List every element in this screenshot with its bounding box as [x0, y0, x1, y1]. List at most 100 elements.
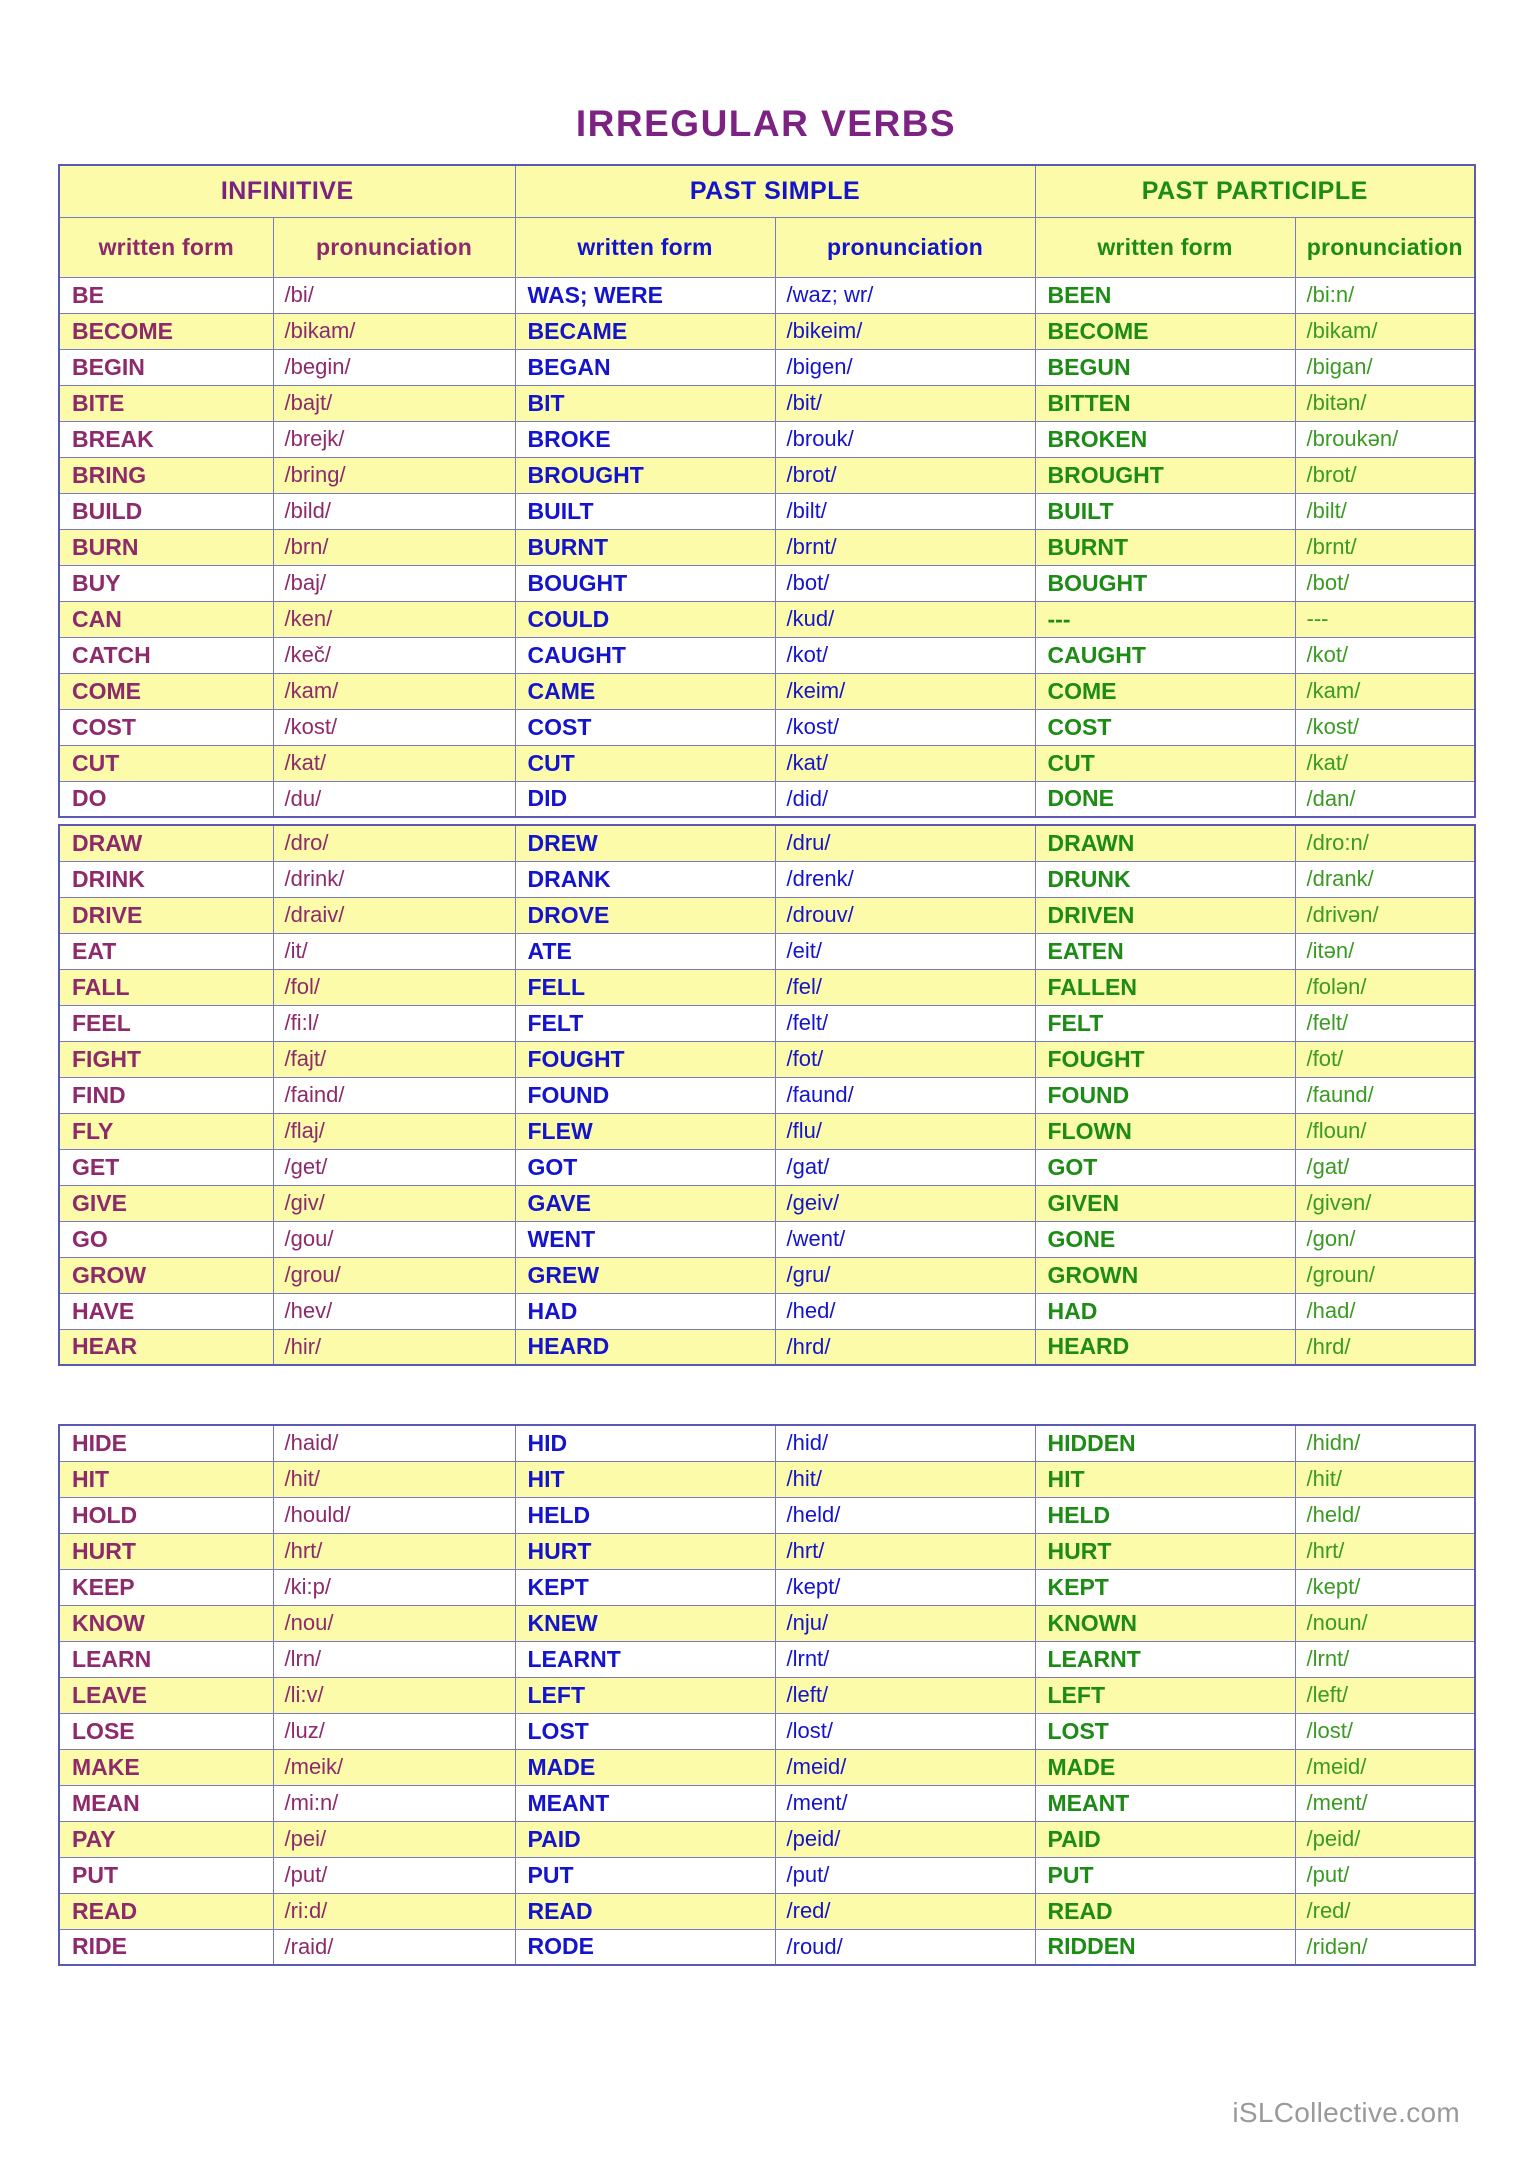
cell-infinitive-written: FIND: [58, 1076, 274, 1114]
cell-past-simple-written: BOUGHT: [514, 564, 776, 602]
cell-past-participle-pronunciation: /ment/: [1294, 1784, 1476, 1822]
cell-infinitive-written: HURT: [58, 1532, 274, 1570]
cell-past-participle-written: HELD: [1034, 1496, 1296, 1534]
table-row: COME/kam/CAME/keim/COME/kam/: [58, 672, 1476, 710]
cell-infinitive-written: HIT: [58, 1460, 274, 1498]
cell-past-participle-written: HIDDEN: [1034, 1424, 1296, 1462]
cell-infinitive-written: KNOW: [58, 1604, 274, 1642]
cell-past-participle-written: MADE: [1034, 1748, 1296, 1786]
cell-infinitive-pronunciation: /hev/: [272, 1292, 516, 1330]
table-row: HIT/hit/HIT/hit/HIT/hit/: [58, 1460, 1476, 1498]
cell-past-participle-pronunciation: /bikam/: [1294, 312, 1476, 350]
cell-infinitive-pronunciation: /li:v/: [272, 1676, 516, 1714]
cell-past-simple-written: HURT: [514, 1532, 776, 1570]
cell-past-participle-pronunciation: /bi:n/: [1294, 276, 1476, 314]
cell-past-participle-pronunciation: /hit/: [1294, 1460, 1476, 1498]
cell-past-simple-written: GAVE: [514, 1184, 776, 1222]
sub-header-infinitive-written: written form: [58, 216, 274, 278]
table-row: PAY/pei/PAID/peid/PAID/peid/: [58, 1820, 1476, 1858]
cell-past-participle-pronunciation: /hrd/: [1294, 1328, 1476, 1366]
cell-past-participle-written: COME: [1034, 672, 1296, 710]
table-row: CUT/kat/CUT/kat/CUT/kat/: [58, 744, 1476, 782]
worksheet-page: IRREGULAR VERBS INFINITIVE PAST SIMPLE P…: [0, 0, 1532, 2167]
table-row: BECOME/bikam/BECAME/bikeim/BECOME/bikam/: [58, 312, 1476, 350]
table-row: COST/kost/COST/kost/COST/kost/: [58, 708, 1476, 746]
cell-infinitive-pronunciation: /pei/: [272, 1820, 516, 1858]
cell-past-participle-pronunciation: /lrnt/: [1294, 1640, 1476, 1678]
cell-infinitive-written: RIDE: [58, 1928, 274, 1966]
cell-past-participle-written: ---: [1034, 600, 1296, 638]
cell-past-simple-written: WAS; WERE: [514, 276, 776, 314]
cell-past-simple-written: LOST: [514, 1712, 776, 1750]
cell-infinitive-pronunciation: /bikam/: [272, 312, 516, 350]
cell-past-participle-written: EATEN: [1034, 932, 1296, 970]
cell-past-simple-written: FOUND: [514, 1076, 776, 1114]
cell-infinitive-written: BITE: [58, 384, 274, 422]
cell-infinitive-written: BURN: [58, 528, 274, 566]
verb-table-container: INFINITIVE PAST SIMPLE PAST PARTICIPLE w…: [58, 164, 1477, 1966]
cell-past-simple-pronunciation: /bilt/: [774, 492, 1036, 530]
cell-past-participle-pronunciation: /kat/: [1294, 744, 1476, 782]
cell-past-participle-pronunciation: /peid/: [1294, 1820, 1476, 1858]
cell-infinitive-pronunciation: /ki:p/: [272, 1568, 516, 1606]
cell-infinitive-written: FALL: [58, 968, 274, 1006]
cell-past-simple-pronunciation: /hrd/: [774, 1328, 1036, 1366]
cell-past-simple-pronunciation: /nju/: [774, 1604, 1036, 1642]
cell-past-participle-written: DRUNK: [1034, 860, 1296, 898]
cell-past-simple-pronunciation: /gru/: [774, 1256, 1036, 1294]
cell-past-simple-pronunciation: /gat/: [774, 1148, 1036, 1186]
cell-infinitive-written: LEAVE: [58, 1676, 274, 1714]
group-header-past-participle: PAST PARTICIPLE: [1034, 164, 1476, 218]
cell-past-participle-pronunciation: /held/: [1294, 1496, 1476, 1534]
cell-infinitive-written: KEEP: [58, 1568, 274, 1606]
cell-past-simple-pronunciation: /faund/: [774, 1076, 1036, 1114]
sub-header-past-simple-written: written form: [514, 216, 776, 278]
cell-infinitive-pronunciation: /gou/: [272, 1220, 516, 1258]
cell-past-simple-written: PAID: [514, 1820, 776, 1858]
cell-past-simple-written: DRANK: [514, 860, 776, 898]
page-title: IRREGULAR VERBS: [575, 103, 957, 144]
cell-infinitive-pronunciation: /baj/: [272, 564, 516, 602]
cell-past-participle-written: READ: [1034, 1892, 1296, 1930]
cell-past-participle-written: HEARD: [1034, 1328, 1296, 1366]
cell-infinitive-pronunciation: /kam/: [272, 672, 516, 710]
cell-infinitive-written: HIDE: [58, 1424, 274, 1462]
table-row: LEARN/lrn/LEARNT/lrnt/LEARNT/lrnt/: [58, 1640, 1476, 1678]
cell-past-simple-written: BROUGHT: [514, 456, 776, 494]
cell-past-participle-written: LEFT: [1034, 1676, 1296, 1714]
cell-past-simple-written: BEGAN: [514, 348, 776, 386]
cell-past-participle-pronunciation: /felt/: [1294, 1004, 1476, 1042]
cell-past-simple-written: MADE: [514, 1748, 776, 1786]
cell-past-simple-pronunciation: /bot/: [774, 564, 1036, 602]
cell-past-simple-pronunciation: /hid/: [774, 1424, 1036, 1462]
cell-past-simple-pronunciation: /fot/: [774, 1040, 1036, 1078]
cell-past-participle-written: BITTEN: [1034, 384, 1296, 422]
cell-past-simple-written: FLEW: [514, 1112, 776, 1150]
cell-past-simple-written: BURNT: [514, 528, 776, 566]
cell-past-participle-written: COST: [1034, 708, 1296, 746]
cell-past-participle-pronunciation: /noun/: [1294, 1604, 1476, 1642]
cell-infinitive-pronunciation: /hrt/: [272, 1532, 516, 1570]
cell-infinitive-pronunciation: /nou/: [272, 1604, 516, 1642]
cell-past-simple-pronunciation: /went/: [774, 1220, 1036, 1258]
cell-infinitive-written: BUY: [58, 564, 274, 602]
cell-past-participle-pronunciation: /dro:n/: [1294, 824, 1476, 862]
cell-infinitive-written: HAVE: [58, 1292, 274, 1330]
cell-past-simple-written: HID: [514, 1424, 776, 1462]
cell-infinitive-pronunciation: /giv/: [272, 1184, 516, 1222]
table-row: KNOW/nou/KNEW/nju/KNOWN/noun/: [58, 1604, 1476, 1642]
cell-infinitive-written: FLY: [58, 1112, 274, 1150]
cell-past-simple-pronunciation: /lost/: [774, 1712, 1036, 1750]
sub-header-infinitive-pronunciation: pronunciation: [272, 216, 516, 278]
cell-past-participle-written: BROUGHT: [1034, 456, 1296, 494]
cell-past-participle-written: BECOME: [1034, 312, 1296, 350]
cell-infinitive-pronunciation: /put/: [272, 1856, 516, 1894]
cell-past-simple-pronunciation: /bigen/: [774, 348, 1036, 386]
cell-past-simple-written: BROKE: [514, 420, 776, 458]
cell-past-participle-written: FALLEN: [1034, 968, 1296, 1006]
cell-infinitive-written: BREAK: [58, 420, 274, 458]
cell-infinitive-written: GET: [58, 1148, 274, 1186]
cell-infinitive-written: BECOME: [58, 312, 274, 350]
cell-infinitive-written: PUT: [58, 1856, 274, 1894]
cell-past-simple-pronunciation: /eit/: [774, 932, 1036, 970]
